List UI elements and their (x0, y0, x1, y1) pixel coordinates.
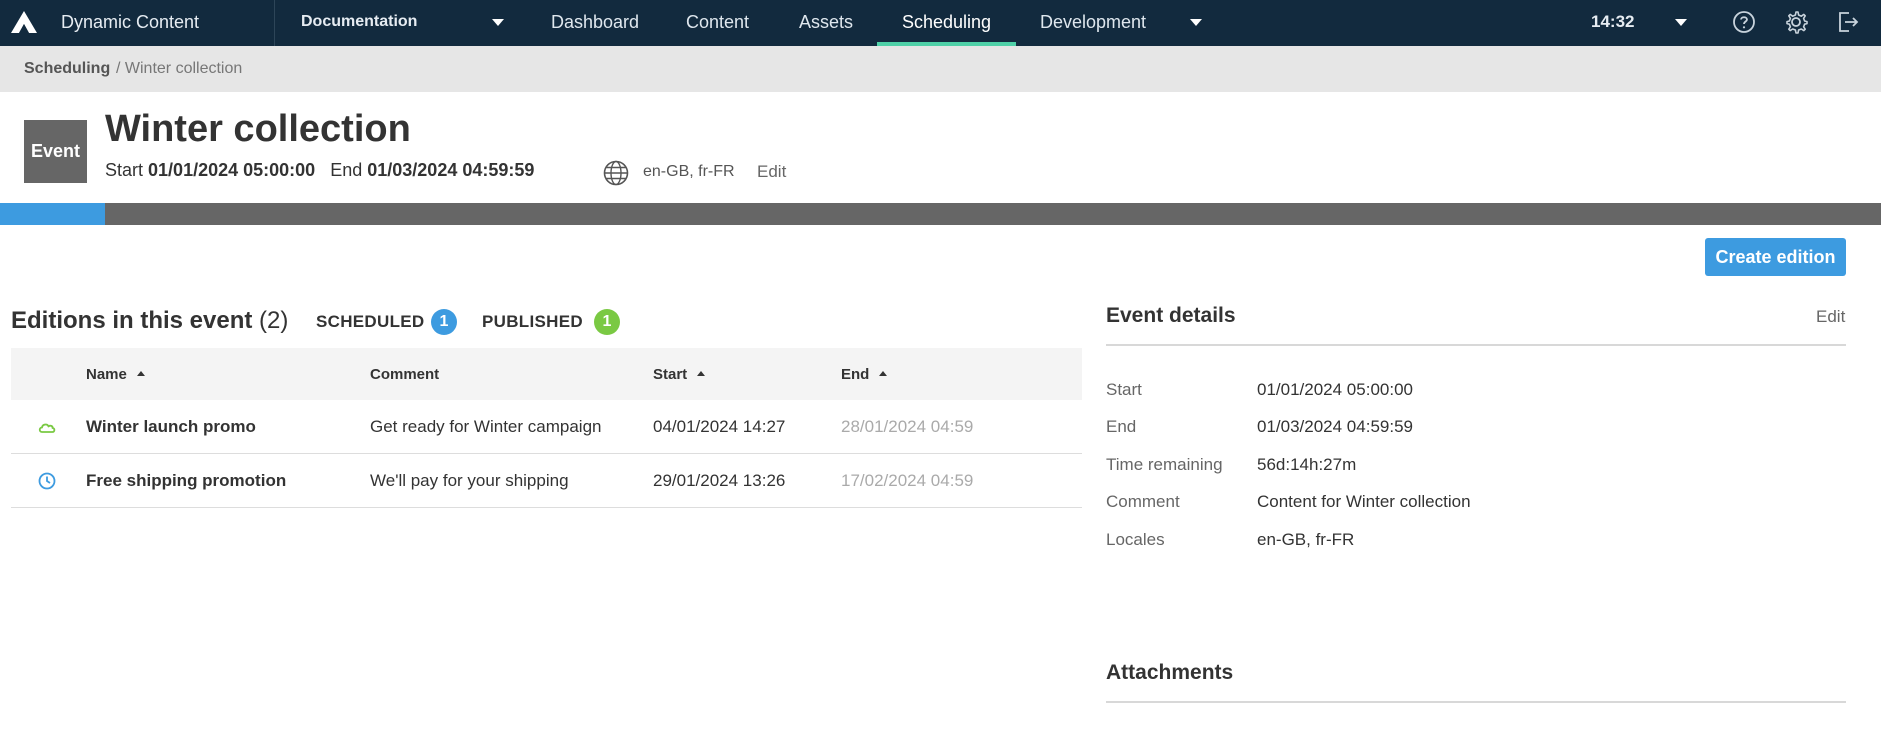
detail-end-value: 01/03/2024 04:59:59 (1257, 417, 1413, 436)
edition-start: 04/01/2024 14:27 (653, 417, 786, 436)
table-header: Name Comment Start End (11, 348, 1082, 400)
nav-scheduling[interactable]: Scheduling (877, 0, 1017, 46)
hub-divider (274, 0, 275, 46)
settings-icon[interactable] (1783, 9, 1809, 35)
scheduled-filter[interactable]: SCHEDULED (316, 312, 425, 332)
nav-dashboard[interactable]: Dashboard (526, 0, 664, 46)
header-locales: en-GB, fr-FR (643, 163, 735, 180)
divider (1106, 701, 1846, 703)
detail-locales-label: Locales (1106, 530, 1165, 549)
amplience-logo-icon[interactable] (10, 10, 38, 34)
clock-scheduled-icon (38, 472, 56, 490)
column-start-header[interactable]: Start (653, 366, 706, 383)
detail-time-remaining-label: Time remaining (1106, 455, 1223, 474)
event-progress-fill (0, 203, 106, 225)
divider (1106, 344, 1846, 346)
event-details-edit-link[interactable]: Edit (1816, 307, 1845, 327)
published-filter[interactable]: PUBLISHED (482, 312, 583, 332)
page-title: Winter collection (105, 108, 411, 150)
edition-comment: Get ready for Winter campaign (370, 417, 602, 436)
nav-development[interactable]: Development (1015, 0, 1171, 46)
editions-table: Name Comment Start End Winter launch pro… (11, 348, 1082, 508)
event-date-range: Start 01/01/2024 05:00:00 End 01/03/2024… (105, 160, 534, 181)
scheduled-count-badge: 1 (431, 309, 457, 335)
edition-name[interactable]: Free shipping promotion (86, 471, 286, 491)
hub-selector[interactable]: Documentation (301, 13, 417, 31)
header-edit-link[interactable]: Edit (757, 162, 786, 182)
help-icon[interactable] (1731, 9, 1757, 35)
start-value: 01/01/2024 05:00:00 (148, 160, 316, 180)
cloud-published-icon (38, 423, 56, 433)
editions-title: Editions in this event (11, 307, 253, 334)
sort-ascending-icon (879, 370, 888, 376)
edition-start: 29/01/2024 13:26 (653, 471, 786, 490)
sort-ascending-icon (697, 370, 706, 376)
table-row[interactable]: Free shipping promotion We'll pay for yo… (11, 454, 1082, 508)
top-bar: Dynamic Content Documentation Dashboard … (0, 0, 1881, 46)
event-badge: Event (24, 120, 87, 183)
end-label: End (330, 160, 363, 180)
detail-start-label: Start (1106, 380, 1142, 399)
editions-count: (2) (259, 307, 289, 334)
detail-comment-label: Comment (1106, 492, 1180, 511)
sort-ascending-icon (136, 370, 145, 376)
edition-end: 28/01/2024 04:59 (841, 417, 974, 436)
clock: 14:32 (1591, 12, 1635, 31)
breadcrumb: Scheduling / Winter collection (0, 46, 1881, 92)
breadcrumb-current: / Winter collection (116, 60, 243, 77)
app-name[interactable]: Dynamic Content (61, 12, 199, 33)
event-details-title: Event details (1106, 304, 1236, 327)
column-comment-header: Comment (370, 366, 440, 383)
start-label: Start (105, 160, 144, 180)
detail-time-remaining-value: 56d:14h:27m (1257, 455, 1357, 474)
end-value: 01/03/2024 04:59:59 (367, 160, 535, 180)
development-chevron-down-icon[interactable] (1190, 19, 1202, 26)
detail-start-value: 01/01/2024 05:00:00 (1257, 380, 1413, 399)
column-end-header[interactable]: End (841, 366, 888, 383)
detail-locales-value: en-GB, fr-FR (1257, 530, 1355, 549)
nav-content[interactable]: Content (661, 0, 774, 46)
globe-icon (603, 160, 629, 186)
edition-end: 17/02/2024 04:59 (841, 471, 974, 490)
attachments-title: Attachments (1106, 661, 1234, 684)
column-name-header[interactable]: Name (86, 366, 145, 383)
event-progress-bar (0, 203, 1881, 225)
table-row[interactable]: Winter launch promo Get ready for Winter… (11, 400, 1082, 454)
detail-comment-value: Content for Winter collection (1257, 492, 1471, 511)
edition-comment: We'll pay for your shipping (370, 471, 569, 490)
published-count-badge: 1 (594, 309, 620, 335)
editions-heading: Editions in this event (2) (11, 307, 288, 335)
breadcrumb-scheduling-link[interactable]: Scheduling (24, 60, 110, 78)
hub-chevron-down-icon[interactable] (492, 19, 504, 26)
create-edition-button[interactable]: Create edition (1705, 238, 1846, 276)
logout-icon[interactable] (1835, 9, 1861, 35)
nav-assets[interactable]: Assets (774, 0, 878, 46)
edition-name[interactable]: Winter launch promo (86, 417, 256, 437)
clock-chevron-down-icon[interactable] (1675, 19, 1687, 26)
detail-end-label: End (1106, 417, 1137, 436)
